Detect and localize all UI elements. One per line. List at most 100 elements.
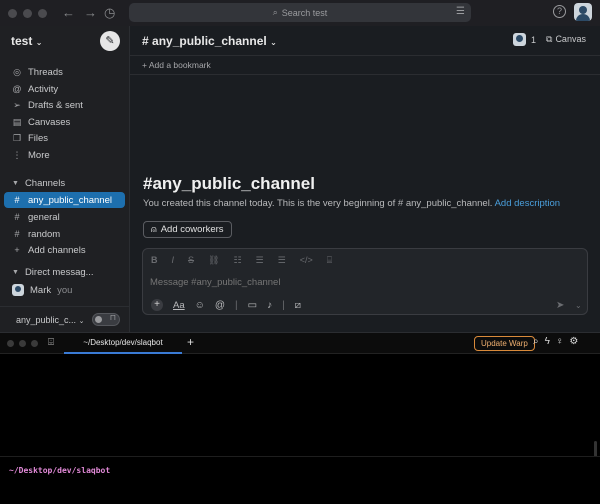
channel-label: general [28, 211, 60, 223]
add-description-link[interactable]: Add description [495, 198, 560, 209]
filter-icon[interactable]: ☰ [456, 6, 465, 17]
avatar [513, 33, 526, 46]
huddle-channel-label: any_public_c... [16, 314, 77, 325]
strikethrough-icon[interactable]: S [188, 255, 194, 266]
workspace-menu[interactable]: test ⌄ [11, 34, 42, 48]
sidebar-item-label: Drafts & sent [28, 99, 83, 111]
chevron-down-icon: ⌄ [270, 38, 277, 47]
hash-icon: # [142, 34, 153, 48]
bookmark-label: Add a bookmark [148, 60, 211, 70]
link-icon[interactable]: ⛓ [208, 255, 219, 266]
sidebar-item-label: Files [28, 132, 49, 144]
channel-header: # any_public_channel ⌄ 1 ⧉ Canvas [130, 26, 600, 56]
history-icon[interactable]: ◷ [104, 5, 115, 21]
canvas-button[interactable]: ⧉ Canvas [546, 34, 586, 45]
channel-intro-text: You created this channel today. This is … [143, 198, 560, 209]
search-icon[interactable]: ⌕ [533, 336, 539, 347]
minimize-window-button[interactable] [23, 8, 32, 18]
ordered-list-icon[interactable]: ☷ [233, 255, 241, 266]
sidebar-item-label: More [28, 149, 50, 161]
sidebar-item-drafts[interactable]: ➢ Drafts & sent [12, 97, 83, 113]
activity-icon: @ [12, 84, 22, 94]
bold-icon[interactable]: B [151, 255, 158, 266]
sidebar-item-files[interactable]: ❒ Files [12, 130, 48, 146]
code-icon[interactable]: </> [300, 255, 313, 266]
emoji-icon[interactable]: ☺ [195, 300, 205, 311]
chevron-down-icon[interactable]: ⌄ [575, 301, 582, 310]
add-bookmark-button[interactable]: + Add a bookmark [130, 56, 600, 75]
more-icon: ⋮ [12, 149, 22, 160]
dm-section-header[interactable]: ▼ Direct messag... [12, 267, 94, 278]
canvas-icon: ⧉ [546, 34, 553, 44]
warp-tab-bar: ⌹ ~/Desktop/dev/slaqbot + Update Warp ⌕ … [0, 333, 600, 354]
lightning-icon[interactable]: ϟ [545, 336, 550, 347]
headphones-icon: ⊓ [109, 313, 116, 322]
back-arrow-icon[interactable]: ← [62, 5, 75, 20]
zoom-window-button[interactable] [38, 8, 47, 18]
sidebar-item-threads[interactable]: ◎ Threads [12, 64, 63, 80]
sidebar-item-canvases[interactable]: ▤ Canvases [12, 114, 71, 130]
close-window-button[interactable] [8, 8, 17, 18]
compose-button[interactable]: ✎ [100, 31, 120, 51]
book-icon[interactable]: ⌹ [48, 337, 54, 348]
attach-plus-icon[interactable]: + [151, 299, 163, 311]
sidebar-item-channel-any-public[interactable]: # any_public_channel [12, 192, 112, 208]
add-channels-button[interactable]: + Add channels [12, 242, 86, 258]
send-icon[interactable]: ➤ [556, 300, 564, 311]
forward-arrow-icon[interactable]: → [84, 5, 97, 20]
bulleted-list-icon[interactable]: ☰ [256, 255, 264, 266]
lightbulb-icon[interactable]: ♀ [556, 336, 564, 347]
add-coworkers-button[interactable]: ⍝ Add coworkers [143, 221, 232, 238]
search-bar[interactable]: ⌕ Search test ☰ [129, 3, 471, 22]
gear-icon[interactable]: ⚙ [569, 336, 578, 347]
zoom-window-button[interactable] [31, 340, 38, 347]
search-icon: ⌕ [272, 7, 278, 17]
hash-icon: # [14, 229, 20, 239]
user-avatar[interactable] [574, 3, 592, 21]
help-icon[interactable]: ? [553, 5, 566, 18]
send-icon: ➢ [13, 99, 21, 110]
minimize-window-button[interactable] [19, 340, 26, 347]
code-block-icon[interactable]: ⌸ [327, 255, 332, 266]
blockquote-icon[interactable]: ☰ [278, 255, 286, 266]
sidebar-item-label: Threads [28, 66, 63, 78]
sidebar-item-activity[interactable]: @ Activity [12, 81, 58, 97]
sidebar-item-channel-random[interactable]: # random [12, 226, 60, 242]
channels-section-header[interactable]: ▼ Channels [12, 178, 65, 189]
composer-actions: + Aa ☺ @ | ▭ ♪ | ⧄ [151, 299, 301, 311]
channel-pane: # any_public_channel ⌄ 1 ⧉ Canvas + Add … [130, 26, 600, 332]
intro-title-text: any_public_channel [152, 174, 315, 193]
italic-icon[interactable]: I [172, 255, 175, 266]
title-bar: ← → ◷ ⌕ Search test ☰ ? [0, 0, 600, 26]
close-window-button[interactable] [7, 340, 14, 347]
warp-toolbar-icons: ⌕ ϟ ♀ ⚙ [533, 336, 578, 347]
huddle-toggle[interactable]: ⊓ [92, 313, 120, 326]
video-icon[interactable]: ▭ [248, 300, 257, 311]
sidebar-item-dm-mark[interactable]: Mark you [12, 282, 72, 298]
chevron-down-icon: ⌄ [78, 317, 85, 325]
mention-icon[interactable]: @ [215, 300, 225, 311]
channel-title-button[interactable]: # any_public_channel ⌄ [142, 34, 277, 48]
prompt-path[interactable]: ~/Desktop/dev/slaqbot [9, 466, 110, 475]
update-label: Update Warp [481, 339, 528, 348]
shortcuts-icon[interactable]: ⧄ [295, 300, 301, 311]
scrollbar[interactable] [594, 441, 597, 457]
caret-down-icon: ▼ [12, 269, 19, 276]
sidebar: test ⌄ ✎ ◎ Threads @ Activity ➢ Drafts &… [0, 26, 130, 332]
text-format-icon[interactable]: Aa [173, 300, 185, 311]
new-tab-plus-icon[interactable]: + [187, 335, 194, 349]
tab-slaqbot[interactable]: ~/Desktop/dev/slaqbot [64, 333, 182, 354]
hash-icon: # [14, 195, 20, 205]
update-warp-button[interactable]: Update Warp [474, 336, 535, 351]
add-channels-label: Add channels [28, 244, 86, 256]
sidebar-item-more[interactable]: ⋮ More [12, 147, 50, 163]
threads-icon: ◎ [13, 66, 21, 77]
window-controls [8, 8, 47, 18]
divider: | [282, 299, 285, 311]
message-input[interactable] [150, 277, 550, 288]
sidebar-item-channel-general[interactable]: # general [12, 209, 60, 225]
huddle-channel-select[interactable]: any_public_c... ⌄ [16, 315, 84, 325]
canvas-icon: ▤ [12, 116, 22, 127]
microphone-icon[interactable]: ♪ [267, 300, 272, 311]
members-button[interactable]: 1 [513, 33, 536, 46]
